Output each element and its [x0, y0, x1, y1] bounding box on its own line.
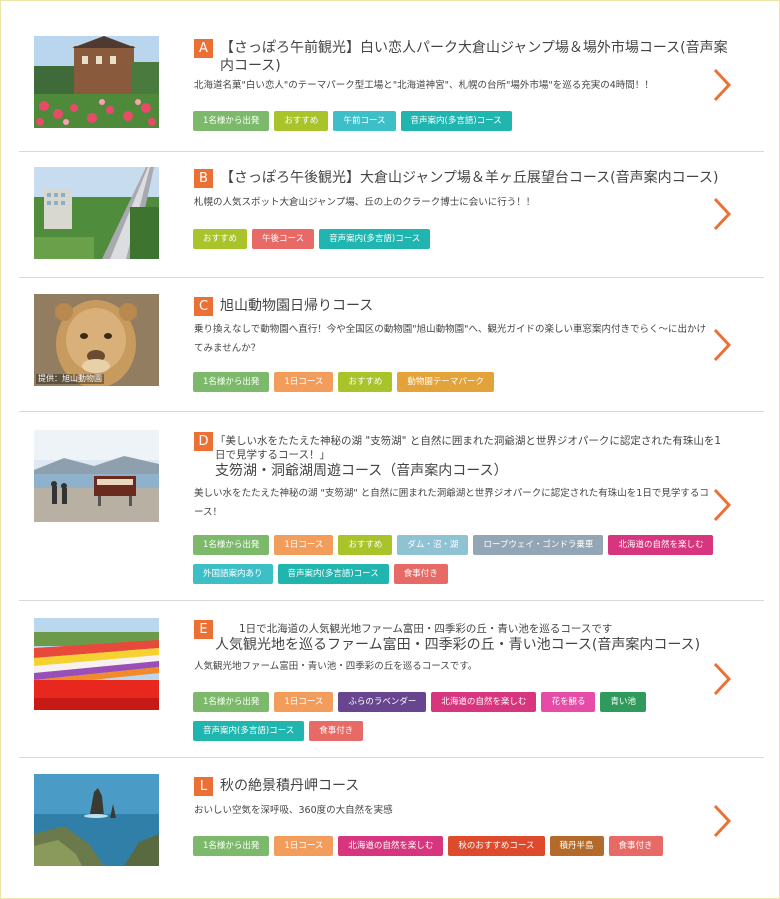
course-tag[interactable]: 1日コース — [274, 692, 334, 712]
course-title[interactable]: 1日で北海道の人気観光地ファーム富田・四季彩の丘・青い池を巡るコースです 人気観… — [215, 622, 730, 654]
course-tag[interactable]: 外国語案内あり — [193, 564, 273, 584]
photo-credit: 提供：旭山動物園 — [36, 374, 104, 384]
course-tags: おすすめ 午後コース 音声案内(多言語)コース — [193, 226, 733, 255]
course-tag[interactable]: 食事付き — [309, 721, 364, 741]
course-thumbnail[interactable] — [34, 167, 159, 259]
chevron-right-icon[interactable] — [712, 197, 732, 231]
course-tag[interactable]: 1名様から出発 — [193, 836, 270, 856]
course-tag[interactable]: おすすめ — [338, 372, 393, 392]
course-description: おいしい空気を深呼吸、360度の大自然を実感 — [194, 805, 393, 816]
course-title[interactable]: 旭山動物園日帰りコース — [220, 297, 730, 315]
chevron-right-icon[interactable] — [712, 488, 732, 522]
course-title[interactable]: 【さっぽろ午後観光】大倉山ジャンプ場＆羊ヶ丘展望台コース(音声案内コース) — [220, 169, 730, 187]
course-tag[interactable]: 午前コース — [333, 111, 396, 131]
course-tag[interactable]: 音声案内(多言語)コース — [400, 111, 512, 131]
course-tag[interactable]: 食事付き — [608, 836, 663, 856]
course-title-main: 支笏湖・洞爺湖周遊コース（音声案内コース） — [215, 463, 508, 479]
course-title-lead: 「美しい水をたたえた神秘の湖 "支笏湖" と自然に囲まれた洞爺湖と世界ジオパーク… — [215, 435, 722, 461]
course-tag[interactable]: 音声案内(多言語)コース — [193, 721, 305, 741]
course-thumbnail[interactable] — [34, 774, 159, 866]
course-letter-badge: A — [194, 39, 213, 58]
course-title[interactable]: 秋の絶景積丹岬コース — [220, 777, 730, 795]
course-tag[interactable]: 動物園テーマパーク — [397, 372, 494, 392]
course-letter-badge: L — [194, 777, 213, 796]
course-tag[interactable]: 秋のおすすめコース — [448, 836, 545, 856]
course-tag[interactable]: 1日コース — [274, 535, 334, 555]
course-tag[interactable]: 花を観る — [541, 692, 596, 712]
course-item-l[interactable]: L 秋の絶景積丹岬コース おいしい空気を深呼吸、360度の大自然を実感 1名様か… — [19, 757, 764, 882]
chevron-right-icon[interactable] — [712, 328, 732, 362]
course-item-d[interactable]: D 「美しい水をたたえた神秘の湖 "支笏湖" と自然に囲まれた洞爺湖と世界ジオパ… — [19, 411, 764, 601]
course-letter-badge: D — [194, 432, 213, 451]
course-tag[interactable]: 1日コース — [274, 372, 334, 392]
course-item-a[interactable]: A 【さっぽろ午前観光】白い恋人パーク大倉山ジャンプ場＆場外市場コース(音声案内… — [19, 20, 764, 152]
course-tag[interactable]: 1日コース — [274, 836, 334, 856]
course-thumbnail[interactable] — [34, 430, 159, 522]
course-description: 札幌の人気スポット大倉山ジャンプ場、丘の上のクラーク博士に会いに行う！！ — [194, 197, 536, 208]
course-tags: 1名様から出発 おすすめ 午前コース 音声案内(多言語)コース — [193, 108, 733, 137]
course-description: 北海道名菓"白い恋人"のテーマパーク型工場と"北海道神宮"、札幌の台所"場外市場… — [194, 80, 654, 91]
chevron-right-icon[interactable] — [712, 662, 732, 696]
course-item-c[interactable]: 提供：旭山動物園 C 旭山動物園日帰りコース 乗り換えなしで動物園へ直行！今や全… — [19, 277, 764, 412]
course-tag[interactable]: ふらのラベンダー — [338, 692, 427, 712]
course-tag[interactable]: 1名様から出発 — [193, 535, 270, 555]
course-tag[interactable]: おすすめ — [338, 535, 393, 555]
course-tag[interactable]: 青い池 — [600, 692, 646, 712]
course-thumbnail[interactable] — [34, 618, 159, 710]
course-tag[interactable]: ロープウェイ・ゴンドラ乗車 — [473, 535, 604, 555]
course-tag[interactable]: 音声案内(多言語)コース — [277, 564, 389, 584]
course-thumbnail[interactable]: 提供：旭山動物園 — [34, 294, 159, 386]
chevron-right-icon[interactable] — [712, 804, 732, 838]
course-thumbnail[interactable] — [34, 36, 159, 128]
course-item-e[interactable]: E 1日で北海道の人気観光地ファーム富田・四季彩の丘・青い池を巡るコースです 人… — [19, 600, 764, 758]
course-tag[interactable]: おすすめ — [193, 229, 248, 249]
course-letter-badge: E — [194, 620, 213, 639]
chevron-right-icon[interactable] — [712, 68, 732, 102]
course-tag[interactable]: 北海道の自然を楽しむ — [608, 535, 714, 555]
course-tag[interactable]: 北海道の自然を楽しむ — [431, 692, 537, 712]
course-title[interactable]: 【さっぽろ午前観光】白い恋人パーク大倉山ジャンプ場＆場外市場コース(音声案内コー… — [220, 39, 730, 75]
course-tag[interactable]: 1名様から出発 — [193, 692, 270, 712]
course-letter-badge: C — [194, 297, 213, 316]
course-tags: 1名様から出発 1日コース おすすめ 動物園テーマパーク — [193, 369, 733, 398]
course-tag[interactable]: 北海道の自然を楽しむ — [338, 836, 444, 856]
course-tag[interactable]: ダム・沼・湖 — [397, 535, 469, 555]
course-title[interactable]: 「美しい水をたたえた神秘の湖 "支笏湖" と自然に囲まれた洞爺湖と世界ジオパーク… — [215, 434, 730, 480]
course-title-main: 人気観光地を巡るファーム富田・四季彩の丘・青い池コース(音声案内コース) — [215, 637, 701, 653]
course-tag[interactable]: 積丹半島 — [549, 836, 604, 856]
course-description: 乗り換えなしで動物園へ直行！今や全国区の動物園"旭山動物園"へ、観光ガイドの楽し… — [194, 324, 706, 354]
course-tag[interactable]: 食事付き — [393, 564, 448, 584]
course-letter-badge: B — [194, 169, 213, 188]
course-tag[interactable]: 1名様から出発 — [193, 372, 270, 392]
course-tag[interactable]: 音声案内(多言語)コース — [319, 229, 431, 249]
course-item-b[interactable]: B 【さっぽろ午後観光】大倉山ジャンプ場＆羊ヶ丘展望台コース(音声案内コース) … — [19, 151, 764, 278]
course-list-page: A 【さっぽろ午前観光】白い恋人パーク大倉山ジャンプ場＆場外市場コース(音声案内… — [0, 0, 780, 899]
course-tag[interactable]: おすすめ — [274, 111, 329, 131]
course-tags: 1名様から出発 1日コース ふらのラベンダー 北海道の自然を楽しむ 花を観る 青い池音声案… — [193, 689, 733, 747]
course-description: 人気観光地ファーム富田・青い池・四季彩の丘を巡るコースです。 — [194, 661, 478, 672]
course-tag[interactable]: 午後コース — [252, 229, 315, 249]
course-tags: 1名様から出発 1日コース おすすめ ダム・沼・湖 ロープウェイ・ゴンドラ乗車 北海道の自… — [193, 532, 733, 590]
course-title-lead: 1日で北海道の人気観光地ファーム富田・四季彩の丘・青い池を巡るコースです — [239, 623, 613, 635]
course-tags: 1名様から出発 1日コース 北海道の自然を楽しむ 秋のおすすめコース 積丹半島 食事付き — [193, 833, 733, 862]
course-tag[interactable]: 1名様から出発 — [193, 111, 270, 131]
course-description: 美しい水をたたえた神秘の湖 "支笏湖" と自然に囲まれた洞爺湖と世界ジオパークに… — [194, 488, 709, 518]
